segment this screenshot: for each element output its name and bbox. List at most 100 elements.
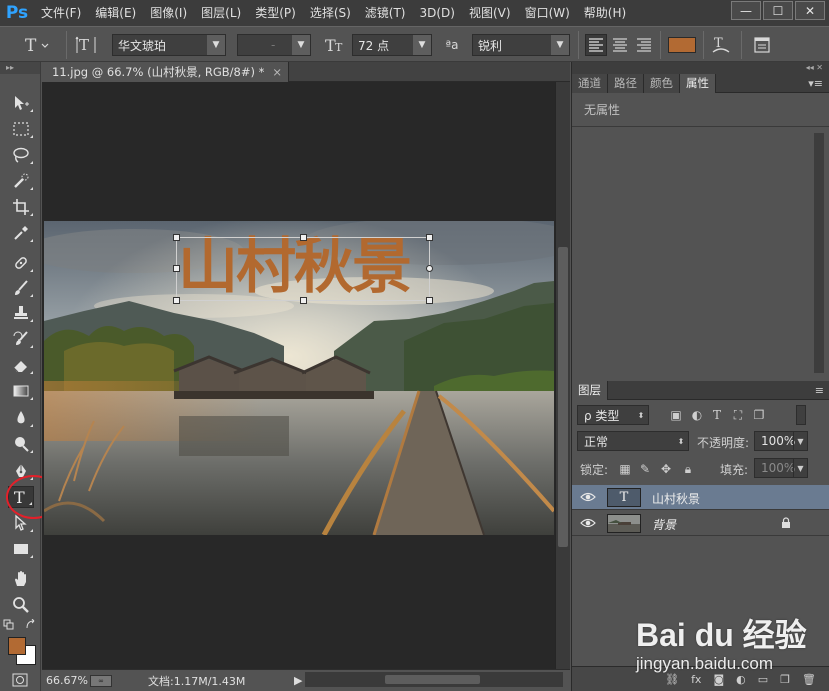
eyedropper-tool-icon[interactable]	[8, 222, 34, 244]
lock-transparent-icon[interactable]: ▦	[617, 461, 633, 477]
swap-colors-icon[interactable]	[24, 618, 38, 632]
transform-handle[interactable]	[426, 297, 433, 304]
horizontal-scrollbar[interactable]	[305, 672, 563, 687]
default-colors-icon[interactable]	[2, 618, 16, 632]
fx-icon[interactable]: fx	[691, 673, 701, 686]
history-brush-tool-icon[interactable]	[8, 328, 34, 350]
filter-toggle[interactable]	[796, 405, 806, 425]
image-filter-icon[interactable]: ▣	[668, 407, 684, 423]
transform-handle[interactable]	[300, 234, 307, 241]
layer-row-text[interactable]: T 山村秋景	[572, 485, 829, 510]
transform-handle[interactable]	[173, 297, 180, 304]
collapse-icon[interactable]: ◂◂ ✕	[572, 62, 829, 74]
scrollbar-thumb[interactable]	[558, 247, 568, 547]
menu-image[interactable]: 图像(I)	[143, 0, 194, 26]
scrollbar-thumb[interactable]	[385, 675, 480, 684]
menu-edit[interactable]: 编辑(E)	[88, 0, 143, 26]
layer-row-background[interactable]: 背景	[572, 511, 829, 536]
play-arrow-icon[interactable]: ▶	[294, 674, 304, 687]
blur-tool-icon[interactable]	[8, 407, 34, 429]
brush-tool-icon[interactable]	[8, 277, 34, 299]
quick-mask-icon[interactable]	[10, 672, 30, 688]
vertical-scrollbar[interactable]	[555, 82, 570, 669]
menu-layer[interactable]: 图层(L)	[194, 0, 248, 26]
eye-icon[interactable]	[580, 516, 596, 530]
transform-handle[interactable]	[426, 234, 433, 241]
move-tool-icon[interactable]	[8, 92, 34, 114]
adjustment-layer-icon[interactable]: ◐	[736, 673, 746, 686]
align-left-button[interactable]	[585, 34, 607, 56]
minimize-button[interactable]: —	[731, 1, 761, 20]
document-tab[interactable]: 11.jpg @ 66.7% (山村秋景, RGB/8#) * ×	[42, 62, 290, 82]
eye-icon[interactable]	[580, 490, 596, 504]
character-panel-icon[interactable]	[750, 34, 774, 56]
add-mask-icon[interactable]: ◙	[713, 673, 724, 686]
fill-input[interactable]: 100% ▼	[754, 458, 808, 478]
align-center-button[interactable]	[609, 34, 631, 56]
transform-handle[interactable]	[426, 265, 433, 272]
clone-stamp-tool-icon[interactable]	[8, 302, 34, 324]
shape-filter-icon[interactable]: ⛶	[730, 407, 746, 423]
antialias-select[interactable]: 锐利 ▼	[472, 34, 570, 56]
menu-window[interactable]: 窗口(W)	[518, 0, 577, 26]
tab-properties[interactable]: 属性	[680, 74, 716, 93]
collapse-icon[interactable]: ▸▸	[0, 62, 40, 74]
zoom-preview-icon[interactable]: ∞	[90, 674, 112, 687]
menu-type[interactable]: 类型(P)	[248, 0, 303, 26]
new-group-icon[interactable]: ▭	[758, 673, 768, 686]
hand-tool-icon[interactable]	[8, 568, 34, 590]
type-filter-icon[interactable]: T	[709, 407, 725, 423]
text-color-swatch[interactable]	[668, 37, 696, 53]
maximize-button[interactable]: ☐	[763, 1, 793, 20]
menu-view[interactable]: 视图(V)	[462, 0, 518, 26]
properties-scrollbar[interactable]	[814, 133, 824, 373]
crop-tool-icon[interactable]	[8, 196, 34, 218]
transform-handle[interactable]	[300, 297, 307, 304]
blend-mode-select[interactable]: 正常 ⬍	[577, 431, 689, 451]
menu-select[interactable]: 选择(S)	[303, 0, 358, 26]
eraser-tool-icon[interactable]	[8, 354, 34, 376]
dodge-tool-icon[interactable]	[8, 433, 34, 455]
tab-paths[interactable]: 路径	[608, 74, 644, 93]
text-bounding-box[interactable]	[173, 234, 433, 304]
opacity-input[interactable]: 100% ▼	[754, 431, 808, 451]
adjustment-filter-icon[interactable]: ◐	[689, 407, 705, 423]
font-family-select[interactable]: 华文琥珀 ▼	[112, 34, 226, 56]
tab-color[interactable]: 颜色	[644, 74, 680, 93]
font-style-select[interactable]: - ▼	[237, 34, 311, 56]
panel-menu-icon[interactable]: ▾≡	[808, 74, 823, 93]
lock-image-icon[interactable]: ✎	[637, 461, 653, 477]
menu-filter[interactable]: 滤镜(T)	[358, 0, 413, 26]
lasso-tool-icon[interactable]	[8, 144, 34, 166]
align-right-button[interactable]	[633, 34, 655, 56]
close-tab-icon[interactable]: ×	[272, 65, 282, 79]
transform-handle[interactable]	[173, 234, 180, 241]
tab-layers[interactable]: 图层	[572, 381, 608, 400]
zoom-level[interactable]: 66.67%	[42, 674, 90, 687]
type-tool-preset-icon[interactable]: T	[22, 34, 50, 56]
close-button[interactable]: ✕	[795, 1, 825, 20]
warp-text-icon[interactable]: T	[709, 34, 733, 56]
lock-all-icon[interactable]: 🔒︎	[680, 461, 696, 477]
gradient-tool-icon[interactable]	[8, 380, 34, 402]
menu-3d[interactable]: 3D(D)	[413, 0, 462, 26]
new-layer-icon[interactable]: ❐	[780, 673, 790, 686]
link-layers-icon[interactable]: ⛓	[665, 673, 679, 686]
lock-position-icon[interactable]: ✥	[658, 461, 674, 477]
layer-filter-select[interactable]: ρ 类型 ⬍	[577, 405, 649, 425]
marquee-tool-icon[interactable]	[8, 118, 34, 140]
document-info[interactable]: 文档:1.17M/1.43M	[148, 673, 288, 689]
transform-handle[interactable]	[173, 265, 180, 272]
foreground-color-swatch[interactable]	[8, 637, 26, 655]
tab-channels[interactable]: 通道	[572, 74, 608, 93]
smart-object-filter-icon[interactable]: ❐	[751, 407, 767, 423]
rectangle-tool-icon[interactable]	[8, 538, 34, 560]
trash-icon[interactable]: 🗑︎	[802, 673, 816, 686]
menu-file[interactable]: 文件(F)	[34, 0, 88, 26]
quick-selection-tool-icon[interactable]	[8, 170, 34, 192]
panel-menu-icon[interactable]: ≡	[815, 381, 824, 400]
zoom-tool-icon[interactable]	[8, 594, 34, 616]
healing-brush-tool-icon[interactable]	[8, 252, 34, 274]
font-size-select[interactable]: 72 点 ▼	[352, 34, 432, 56]
menu-help[interactable]: 帮助(H)	[577, 0, 633, 26]
